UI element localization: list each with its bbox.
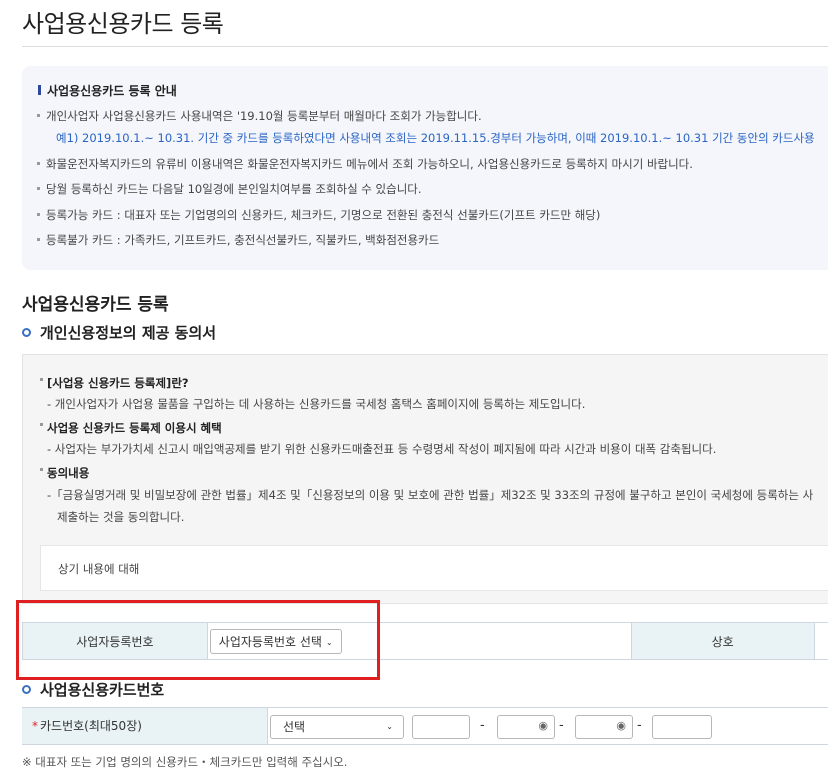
guide-heading: 사업용신용카드 등록 안내	[38, 82, 177, 99]
guide-item: 당월 등록하신 카드는 다음달 10일경에 본인일치여부를 조회하실 수 있습니…	[37, 182, 422, 196]
consent-text: -「금융실명거래 및 비밀보장에 관한 법률」제4조 및「신용정보의 이용 및 …	[47, 488, 814, 502]
highlight-box	[16, 600, 380, 680]
agree-box: 상기 내용에 대해	[40, 545, 828, 591]
ring-bullet-icon	[22, 685, 31, 694]
guide-heading-text: 사업용신용카드 등록 안내	[47, 84, 177, 98]
guide-item: 등록가능 카드 : 대표자 또는 기업명의의 신용카드, 체크카드, 기명으로 …	[36, 208, 601, 222]
title-divider	[22, 46, 828, 47]
consent-title-text: 개인신용정보의 제공 동의서	[40, 324, 217, 342]
guide-example: 예1) 2019.10.1.~ 10.31. 기간 중 카드를 등록하였다면 사…	[56, 131, 815, 145]
card-number-label-text: 카드번호(최대50장)	[40, 719, 142, 733]
dash-separator: -	[559, 718, 564, 733]
card-number-input-2[interactable]: ◉	[497, 715, 555, 739]
card-company-select-value: 선택	[283, 720, 306, 734]
guide-item: 개인사업자 사업용신용카드 사용내역은 '19.10월 등록분부터 매월마다 조…	[37, 109, 482, 123]
consent-heading: [사업용 신용카드 등록제]란?	[40, 376, 189, 390]
chevron-down-icon: ⌄	[386, 722, 393, 731]
consent-box: [사업용 신용카드 등록제]란? - 개인사업자가 사업용 물품을 구입하는 데…	[22, 354, 828, 604]
ring-bullet-icon	[22, 328, 31, 337]
card-number-title: 사업용신용카드번호	[22, 679, 164, 700]
card-number-input-1[interactable]	[412, 715, 470, 739]
consent-text: - 사업자는 부가가치세 신고시 매입액공제를 받기 위한 신용카드매출전표 등…	[47, 442, 717, 456]
card-number-input-3[interactable]: ◉	[575, 715, 633, 739]
eye-icon[interactable]: ◉	[538, 719, 548, 732]
consent-title: 개인신용정보의 제공 동의서	[22, 322, 216, 343]
consent-heading: 사업용 신용카드 등록제 이용시 혜택	[40, 421, 222, 435]
card-number-input-4[interactable]	[652, 715, 712, 739]
consent-text: 제출하는 것을 동의합니다.	[57, 510, 185, 524]
required-mark: *	[32, 719, 38, 733]
card-number-label: * 카드번호(최대50장)	[22, 708, 268, 744]
card-number-row: * 카드번호(최대50장) 선택 ⌄ - ◉ - ◉ -	[22, 707, 828, 745]
card-company-select[interactable]: 선택 ⌄	[270, 715, 404, 739]
company-name-label: 상호	[630, 622, 815, 660]
dash-separator: -	[637, 718, 642, 733]
dash-separator: -	[480, 718, 485, 733]
card-number-title-text: 사업용신용카드번호	[40, 681, 165, 699]
consent-text: - 개인사업자가 사업용 물품을 구입하는 데 사용하는 신용카드를 국세청 홈…	[47, 397, 586, 411]
guide-item: 등록불가 카드 : 가족카드, 기프트카드, 충전식선불카드, 직불카드, 백화…	[36, 233, 440, 247]
guide-item: 화물운전자복지카드의 유류비 이용내역은 화물운전자복지카드 메뉴에서 조회 가…	[37, 157, 693, 171]
consent-heading: 동의내용	[39, 466, 90, 480]
company-name-cell	[814, 622, 828, 660]
eye-icon[interactable]: ◉	[616, 719, 626, 732]
page-title: 사업용신용카드 등록	[22, 10, 224, 38]
register-section-title: 사업용신용카드 등록	[22, 295, 169, 315]
card-notice: ※ 대표자 또는 기업 명의의 신용카드・체크카드만 입력해 주십시오.	[22, 755, 348, 769]
agree-text: 상기 내용에 대해	[58, 562, 140, 576]
heading-bar-icon	[38, 85, 41, 95]
guide-box: 사업용신용카드 등록 안내 개인사업자 사업용신용카드 사용내역은 '19.10…	[22, 66, 828, 270]
